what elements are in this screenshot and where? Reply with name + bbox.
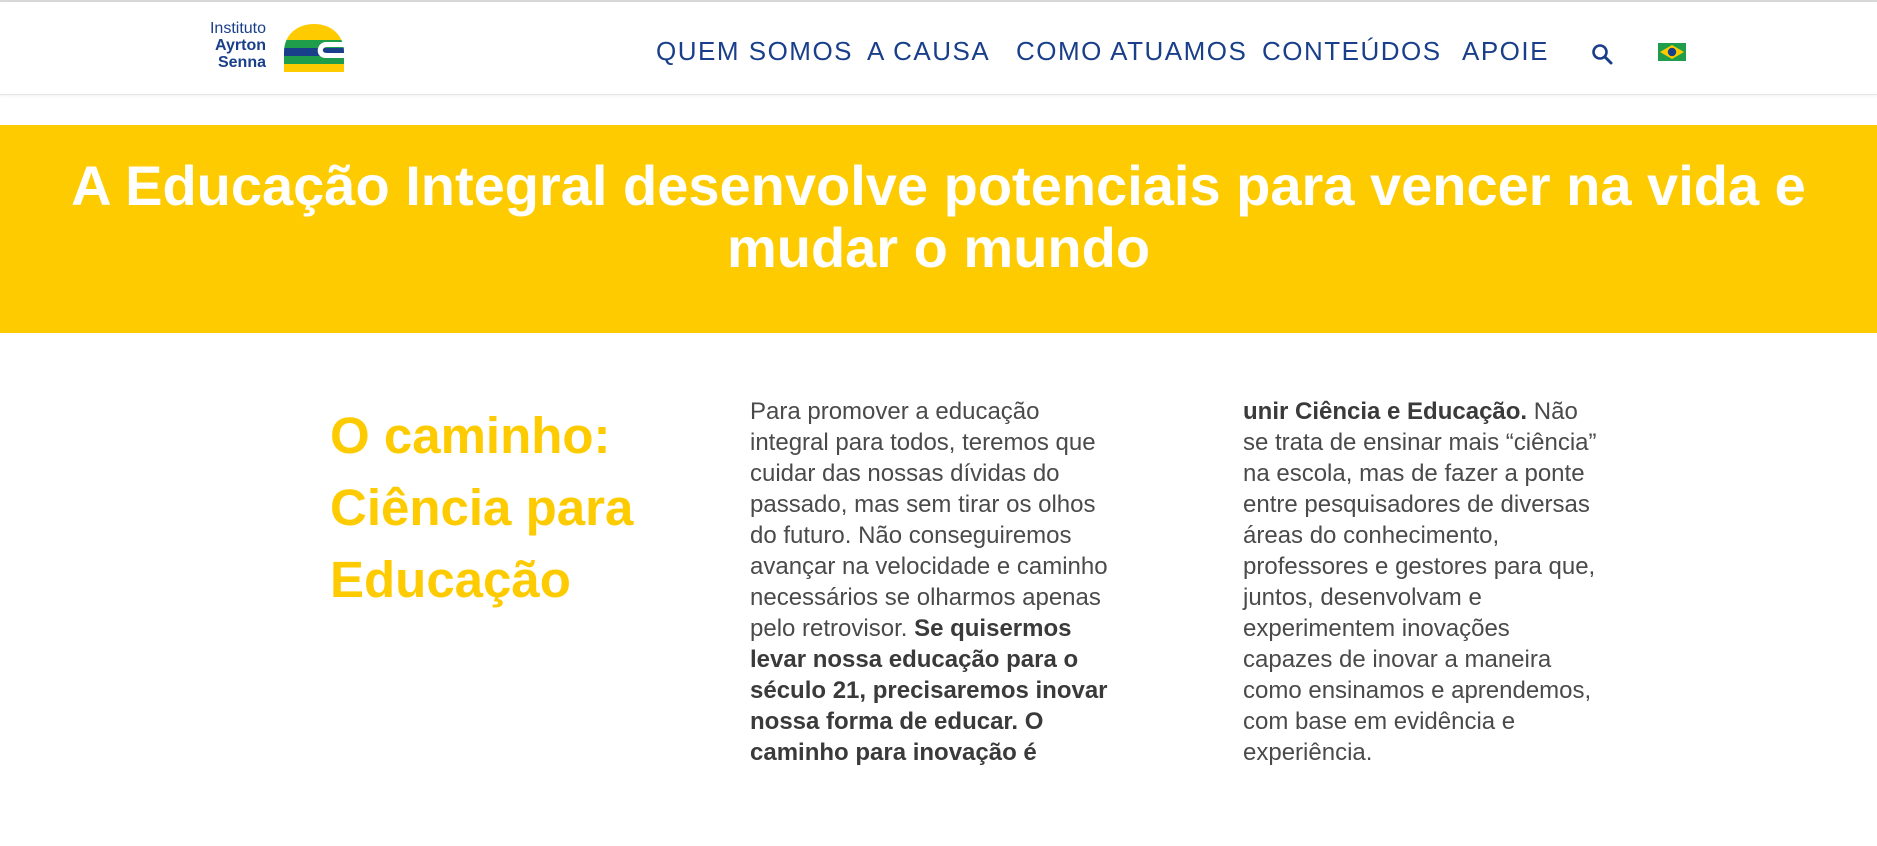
col2-paragraph: Não se trata de ensinar mais “ciência” n… bbox=[1243, 398, 1597, 766]
nav-como-atuamos[interactable]: COMO ATUAMOS bbox=[1016, 36, 1247, 67]
banner-title: A Educação Integral desenvolve potenciai… bbox=[71, 154, 1806, 279]
section-heading: O caminho: Ciência para Educação bbox=[330, 407, 634, 608]
text-column-2: unir Ciência e Educação. Não se trata de… bbox=[1243, 396, 1603, 768]
hero-banner: A Educação Integral desenvolve potenciai… bbox=[0, 125, 1877, 333]
logo-line-1: Instituto bbox=[209, 20, 266, 37]
logo-wordmark: Instituto Ayrton Senna bbox=[200, 20, 266, 71]
nav-a-causa[interactable]: A CAUSA bbox=[867, 36, 990, 67]
search-icon[interactable] bbox=[1590, 42, 1614, 66]
nav-quem-somos[interactable]: QUEM SOMOS bbox=[656, 36, 853, 67]
nav-apoie[interactable]: APOIE bbox=[1462, 36, 1549, 67]
site-logo[interactable]: Instituto Ayrton Senna bbox=[200, 20, 350, 76]
logo-line-3: Senna bbox=[217, 54, 266, 71]
col1-paragraph: Para promover a educação integral para t… bbox=[750, 398, 1108, 642]
brazil-flag-icon[interactable] bbox=[1658, 43, 1686, 61]
text-column-1: Para promover a educação integral para t… bbox=[750, 396, 1120, 768]
site-header: Instituto Ayrton Senna QUEM SOMOS A CAUS… bbox=[0, 2, 1877, 95]
col2-bold-text: unir Ciência e Educação. bbox=[1243, 398, 1528, 425]
logo-line-2: Ayrton bbox=[215, 37, 266, 54]
helmet-logo-icon bbox=[284, 24, 344, 72]
nav-conteudos[interactable]: CONTEÚDOS bbox=[1262, 36, 1442, 67]
